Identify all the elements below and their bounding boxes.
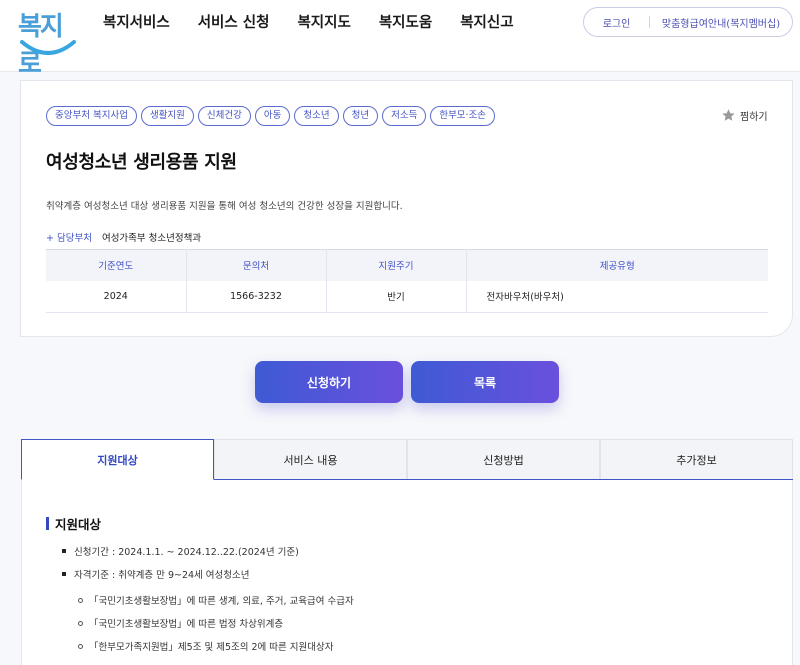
list-item: 자격기준 : 취약계층 만 9~24세 여성청소년 (62, 567, 250, 581)
list-item: 신청기간 : 2024.1.1. ~ 2024.12..22.(2024년 기준… (62, 544, 299, 558)
site-header: 복지로 복지서비스 서비스 신청 복지지도 복지도움 복지신고 로그인 맞춤형급… (0, 0, 800, 79)
circle-bullet-icon (78, 597, 83, 603)
list-button[interactable]: 목록 (411, 361, 559, 403)
tab-service-content[interactable]: 서비스 내용 (214, 439, 407, 479)
utility-menu: 로그인 맞춤형급여안내(복지멤버십) (583, 7, 793, 37)
department-info: + 담당부처 여성가족부 청소년정책과 (46, 230, 201, 244)
bookmark-label: 찜하기 (740, 112, 768, 123)
logo[interactable]: 복지로 (16, 4, 80, 79)
col-header-contact: 문의처 (186, 249, 327, 281)
section-title: 지원대상 (46, 514, 101, 533)
tab-eligibility[interactable]: 지원대상 (21, 439, 214, 480)
section-title-text: 지원대상 (55, 517, 102, 532)
list-item-text: 자격기준 : 취약계층 만 9~24세 여성청소년 (74, 570, 250, 581)
bullet-icon (62, 549, 66, 553)
bookmark-button[interactable]: 찜하기 (721, 108, 768, 123)
tag-living-support[interactable]: 생활지원 (140, 106, 194, 126)
nav-item-welfare-service[interactable]: 복지서비스 (103, 12, 170, 34)
bullet-icon (62, 572, 66, 576)
tag-central-ministry[interactable]: 중앙부처 복지사업 (46, 106, 137, 126)
nav-item-welfare-help[interactable]: 복지도움 (379, 12, 432, 34)
nav-item-welfare-map[interactable]: 복지지도 (297, 12, 350, 34)
service-description: 취약계층 여성청소년 대상 생리용품 지원을 통해 여성 청소년의 건강한 성장… (46, 201, 403, 212)
tab-how-to-apply[interactable]: 신청방법 (407, 439, 600, 479)
section-marker (46, 517, 49, 530)
tab-additional-info[interactable]: 추가정보 (600, 439, 793, 479)
sub-list-item-text: 「국민기초생활보장법」에 따른 생계, 의료, 주거, 교육급여 수급자 (89, 596, 354, 607)
page-title: 여성청소년 생리용품 지원 (46, 152, 237, 173)
tag-low-income[interactable]: 저소득 (382, 106, 427, 126)
table-row: 2024 1566-3232 반기 전자바우처(바우처) (46, 280, 768, 313)
circle-bullet-icon (78, 620, 83, 626)
star-icon (722, 109, 735, 121)
service-info-table: 기준연도 문의처 지원주기 제공유형 2024 1566-3232 반기 전자바… (46, 249, 768, 313)
tab-content-panel: 지원대상 신청기간 : 2024.1.1. ~ 2024.12..22.(202… (21, 480, 793, 665)
apply-button[interactable]: 신청하기 (255, 361, 403, 403)
tag-single-parent[interactable]: 한부모·조손 (430, 106, 496, 126)
nav-item-welfare-report[interactable]: 복지신고 (460, 12, 513, 34)
sub-list-item: 「국민기초생활보장법」에 따른 생계, 의료, 주거, 교육급여 수급자 (78, 593, 354, 607)
logo-smile-icon (20, 40, 76, 55)
cell-base-year: 2024 (46, 280, 187, 313)
custom-benefit-link[interactable]: 맞춤형급여안내(복지멤버십) (650, 15, 792, 30)
nav-item-service-apply[interactable]: 서비스 신청 (198, 12, 270, 34)
department-label: + 담당부처 (46, 233, 92, 244)
circle-bullet-icon (78, 643, 83, 649)
cell-provision-type: 전자바우처(바우처) (466, 280, 768, 313)
cell-contact: 1566-3232 (186, 280, 327, 313)
department-value: 여성가족부 청소년정책과 (101, 233, 202, 244)
cell-cycle: 반기 (326, 280, 467, 313)
tag-children[interactable]: 아동 (254, 106, 291, 126)
detail-tabs: 지원대상 서비스 내용 신청방법 추가정보 (21, 439, 793, 480)
service-summary-card: 중앙부처 복지사업 생활지원 신체건강 아동 청소년 청년 저소득 한부모·조손… (20, 80, 793, 337)
col-header-base-year: 기준연도 (46, 249, 187, 281)
login-link[interactable]: 로그인 (584, 15, 649, 30)
sub-list-item: 「한부모가족지원법」제5조 및 제5조의 2에 따른 지원대상자 (78, 639, 334, 653)
tag-youth[interactable]: 청소년 (294, 106, 339, 126)
main-nav: 복지서비스 서비스 신청 복지지도 복지도움 복지신고 (103, 12, 542, 34)
list-item-text: 신청기간 : 2024.1.1. ~ 2024.12..22.(2024년 기준… (74, 547, 299, 558)
sub-list-item-text: 「국민기초생활보장법」에 따른 법정 차상위계층 (89, 619, 284, 630)
col-header-provision-type: 제공유형 (466, 249, 768, 281)
col-header-cycle: 지원주기 (326, 249, 467, 281)
category-tags: 중앙부처 복지사업 생활지원 신체건강 아동 청소년 청년 저소득 한부모·조손 (46, 106, 496, 126)
tag-physical-health[interactable]: 신체건강 (197, 106, 251, 126)
tag-young-adult[interactable]: 청년 (342, 106, 379, 126)
sub-list-item-text: 「한부모가족지원법」제5조 및 제5조의 2에 따른 지원대상자 (89, 642, 334, 653)
sub-list-item: 「국민기초생활보장법」에 따른 법정 차상위계층 (78, 616, 283, 630)
